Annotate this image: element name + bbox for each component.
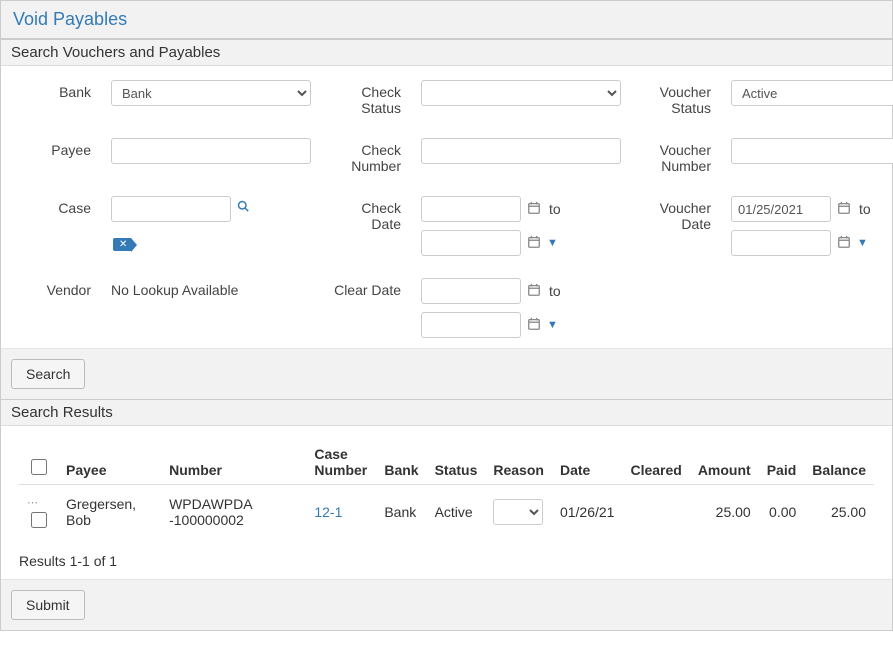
app-window: Void Payables Search Vouchers and Payabl… bbox=[0, 0, 893, 631]
tree-expand-icon[interactable]: ⋯ bbox=[27, 497, 38, 509]
col-cleared[interactable]: Cleared bbox=[622, 440, 689, 485]
col-payee[interactable]: Payee bbox=[58, 440, 161, 485]
col-reason[interactable]: Reason bbox=[485, 440, 552, 485]
clear-date-label: Clear Date bbox=[331, 278, 401, 298]
bank-label: Bank bbox=[21, 80, 91, 100]
check-number-input[interactable] bbox=[421, 138, 621, 164]
clear-date-from-input[interactable] bbox=[421, 278, 521, 304]
search-button[interactable]: Search bbox=[11, 359, 85, 389]
check-date-label: Check Date bbox=[331, 196, 401, 232]
check-status-label: Check Status bbox=[331, 80, 401, 116]
vendor-label: Vendor bbox=[21, 278, 91, 298]
chevron-down-icon[interactable]: ▼ bbox=[547, 319, 558, 331]
voucher-date-from-input[interactable] bbox=[731, 196, 831, 222]
payee-input[interactable] bbox=[111, 138, 311, 164]
page-title: Void Payables bbox=[1, 1, 892, 39]
voucher-date-label: Voucher Date bbox=[641, 196, 711, 232]
case-search-icon[interactable] bbox=[237, 196, 249, 215]
results-section-title: Search Results bbox=[1, 399, 892, 426]
calendar-icon[interactable] bbox=[527, 283, 541, 300]
search-form: Bank Bank Check Status Voucher Status Ac… bbox=[1, 66, 892, 348]
voucher-date-to-input[interactable] bbox=[731, 230, 831, 256]
voucher-number-input[interactable] bbox=[731, 138, 893, 164]
chevron-down-icon[interactable]: ▼ bbox=[857, 237, 868, 249]
bank-select[interactable]: Bank bbox=[111, 80, 311, 106]
payee-label: Payee bbox=[21, 138, 91, 158]
search-button-bar: Search bbox=[1, 348, 892, 399]
results-table: Payee Number Case Number Bank Status Rea… bbox=[19, 440, 874, 539]
voucher-status-label: Voucher Status bbox=[641, 80, 711, 116]
cell-date: 01/26/21 bbox=[552, 485, 623, 540]
cell-case-number-link[interactable]: 12-1 bbox=[314, 504, 342, 520]
voucher-status-select[interactable]: Active bbox=[731, 80, 893, 106]
cell-amount: 25.00 bbox=[690, 485, 759, 540]
check-date-to-input[interactable] bbox=[421, 230, 521, 256]
to-label: to bbox=[547, 201, 561, 217]
calendar-icon[interactable] bbox=[837, 201, 851, 218]
col-date[interactable]: Date bbox=[552, 440, 623, 485]
reason-select[interactable] bbox=[493, 499, 543, 525]
calendar-icon[interactable] bbox=[527, 317, 541, 334]
col-balance[interactable]: Balance bbox=[804, 440, 874, 485]
cell-balance: 25.00 bbox=[804, 485, 874, 540]
calendar-icon[interactable] bbox=[527, 201, 541, 218]
col-amount[interactable]: Amount bbox=[690, 440, 759, 485]
col-paid[interactable]: Paid bbox=[759, 440, 805, 485]
search-section-title: Search Vouchers and Payables bbox=[1, 39, 892, 66]
results-area: Payee Number Case Number Bank Status Rea… bbox=[1, 426, 892, 579]
clear-date-to-input[interactable] bbox=[421, 312, 521, 338]
results-count: Results 1-1 of 1 bbox=[19, 553, 874, 569]
check-date-from-input[interactable] bbox=[421, 196, 521, 222]
case-input[interactable] bbox=[111, 196, 231, 222]
table-row: ⋯ Gregersen, Bob WPDAWPDA -100000002 12-… bbox=[19, 485, 874, 540]
calendar-icon[interactable] bbox=[837, 235, 851, 252]
select-all-checkbox[interactable] bbox=[31, 459, 47, 475]
col-number[interactable]: Number bbox=[161, 440, 306, 485]
case-label: Case bbox=[21, 196, 91, 216]
check-number-label: Check Number bbox=[331, 138, 401, 174]
cell-bank: Bank bbox=[376, 485, 426, 540]
col-case-number[interactable]: Case Number bbox=[306, 440, 376, 485]
submit-button-bar: Submit bbox=[1, 579, 892, 630]
to-label: to bbox=[547, 283, 561, 299]
chevron-down-icon[interactable]: ▼ bbox=[547, 237, 558, 249]
submit-button[interactable]: Submit bbox=[11, 590, 85, 620]
calendar-icon[interactable] bbox=[527, 235, 541, 252]
check-status-select[interactable] bbox=[421, 80, 621, 106]
voucher-number-label: Voucher Number bbox=[641, 138, 711, 174]
col-bank[interactable]: Bank bbox=[376, 440, 426, 485]
cell-status: Active bbox=[427, 485, 486, 540]
col-status[interactable]: Status bbox=[427, 440, 486, 485]
row-checkbox[interactable] bbox=[31, 512, 47, 528]
case-clear-tag-icon[interactable]: ✕ bbox=[113, 238, 131, 251]
vendor-nolookup-text: No Lookup Available bbox=[111, 278, 311, 298]
cell-payee: Gregersen, Bob bbox=[58, 485, 161, 540]
cell-cleared bbox=[622, 485, 689, 540]
cell-paid: 0.00 bbox=[759, 485, 805, 540]
cell-number: WPDAWPDA -100000002 bbox=[161, 485, 306, 540]
to-label: to bbox=[857, 201, 871, 217]
